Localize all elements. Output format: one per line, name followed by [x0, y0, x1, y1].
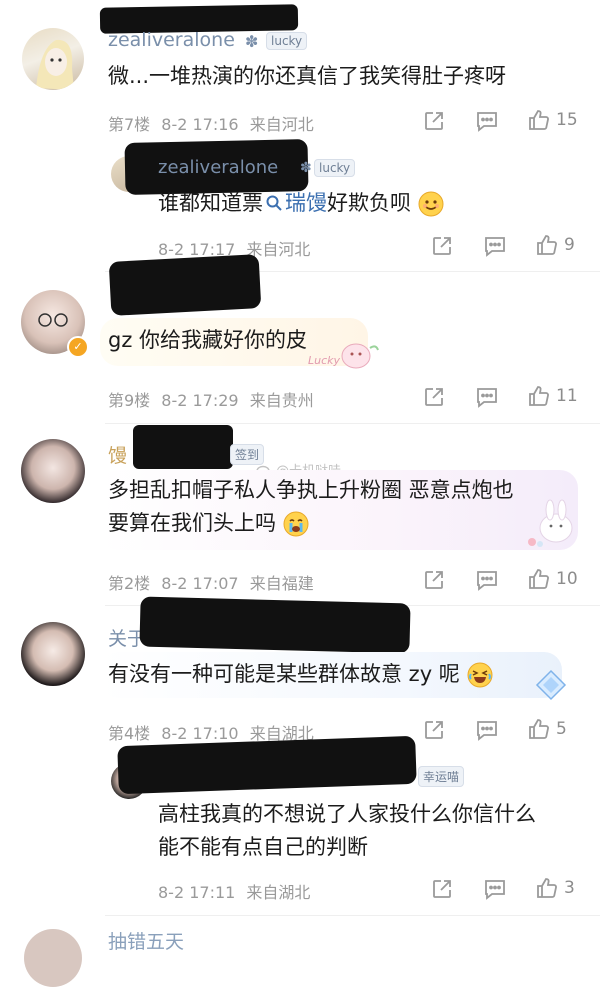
redaction	[139, 596, 411, 654]
like-button[interactable]: 3	[536, 877, 575, 899]
reply-text: 高柱我真的不想说了人家投什么你信什么	[158, 802, 536, 826]
redaction	[108, 254, 262, 316]
floor-number: 第9楼	[108, 391, 151, 410]
comment-icon	[477, 721, 497, 741]
smile-emoji-icon	[418, 191, 444, 217]
thumbs-up-icon	[537, 878, 557, 898]
like-button[interactable]: 10	[528, 568, 578, 590]
comment-button[interactable]	[483, 878, 507, 900]
lucky-sticker: Lucky	[308, 340, 382, 376]
timestamp: 8-2 17:07	[161, 574, 239, 593]
comment-button[interactable]	[483, 235, 507, 257]
like-count: 9	[564, 235, 575, 255]
share-button[interactable]	[431, 235, 453, 257]
location: 来自贵州	[249, 391, 314, 410]
share-icon	[425, 388, 443, 406]
crying-emoji-icon	[283, 511, 309, 537]
reply-text: 谁都知道票 瑞馒好欺负呗	[158, 187, 444, 220]
like-button[interactable]: 15	[528, 109, 578, 131]
share-icon	[425, 571, 443, 589]
avatar[interactable]	[21, 622, 85, 686]
like-count: 10	[556, 569, 578, 589]
comment-button[interactable]	[475, 569, 499, 591]
comment-button[interactable]	[475, 110, 499, 132]
like-count: 11	[556, 386, 578, 406]
comment-meta: 第7楼 8-2 17:16 来自河北	[108, 111, 314, 135]
flower-icon: ✽	[300, 160, 312, 176]
comment-meta: 第2楼 8-2 17:07 来自福建	[108, 570, 314, 594]
location: 来自福建	[249, 574, 314, 593]
comment-text: 有没有一种可能是某些群体故意 zy 呢	[108, 658, 493, 691]
share-button[interactable]	[423, 386, 445, 408]
comment-icon	[485, 237, 505, 257]
like-button[interactable]: 11	[528, 385, 578, 407]
comment-text: 要算在我们头上吗	[108, 507, 309, 540]
share-button[interactable]	[431, 878, 453, 900]
thumbs-up-icon	[529, 719, 549, 739]
bunny-sticker	[524, 498, 580, 554]
location: 来自湖北	[246, 883, 311, 902]
thumbs-up-icon	[529, 386, 549, 406]
thumbs-up-icon	[529, 569, 549, 589]
comment-button[interactable]	[475, 719, 499, 741]
laughing-emoji-icon	[467, 662, 492, 688]
avatar[interactable]	[21, 439, 85, 503]
timestamp: 8-2 17:10	[161, 724, 239, 743]
share-button[interactable]	[423, 719, 445, 741]
comment-text: gz 你给我藏好你的皮	[108, 328, 308, 352]
thumbs-up-icon	[529, 110, 549, 130]
like-count: 5	[556, 719, 567, 739]
diamond-sticker	[534, 668, 568, 706]
comment-icon	[477, 388, 497, 408]
username[interactable]: 抽错五天	[108, 927, 184, 954]
share-button[interactable]	[423, 569, 445, 591]
share-icon	[425, 721, 443, 739]
floor-number: 第7楼	[108, 115, 151, 134]
comment-icon	[477, 112, 497, 132]
username[interactable]: zealiveralone	[158, 157, 278, 178]
location: 来自河北	[249, 115, 314, 134]
location: 来自河北	[246, 240, 311, 259]
redaction	[133, 425, 233, 469]
thumbs-up-icon	[537, 235, 557, 255]
comment-text: 微...一堆热演的你还真信了我笑得肚子疼呀	[108, 64, 507, 88]
comment-meta: 第9楼 8-2 17:29 来自贵州	[108, 387, 314, 411]
avatar[interactable]	[22, 28, 84, 90]
like-button[interactable]: 5	[528, 718, 567, 740]
timestamp: 8-2 17:16	[161, 115, 239, 134]
comment-text: 多担乱扣帽子私人争执上升粉圈 恶意点炮也	[108, 478, 514, 502]
verified-badge-icon: ✓	[67, 336, 89, 358]
reply-text: 能不能有点自己的判断	[158, 835, 368, 859]
share-icon	[433, 880, 451, 898]
like-count: 3	[564, 878, 575, 898]
floor-number: 第2楼	[108, 574, 151, 593]
comment-button[interactable]	[475, 386, 499, 408]
search-icon	[266, 195, 282, 211]
reply-meta: 8-2 17:11 来自湖北	[158, 879, 310, 903]
divider	[105, 423, 600, 424]
redaction	[117, 735, 417, 795]
search-link[interactable]: 瑞馒	[263, 191, 327, 215]
share-icon	[433, 237, 451, 255]
floor-number: 第4楼	[108, 724, 151, 743]
timestamp: 8-2 17:11	[158, 883, 236, 902]
comment-icon	[485, 880, 505, 900]
share-button[interactable]	[423, 110, 445, 132]
user-badge: 幸运喵	[418, 766, 465, 787]
share-icon	[425, 112, 443, 130]
user-badge: lucky	[266, 32, 308, 50]
user-badge: lucky	[314, 159, 356, 177]
flower-icon: ✽	[245, 32, 259, 51]
like-count: 15	[556, 110, 578, 130]
username[interactable]: 馒	[108, 441, 127, 468]
divider	[105, 915, 600, 916]
comment-icon	[477, 571, 497, 591]
timestamp: 8-2 17:29	[161, 391, 239, 410]
like-button[interactable]: 9	[536, 234, 575, 256]
username[interactable]: zealiveralone	[108, 29, 235, 51]
